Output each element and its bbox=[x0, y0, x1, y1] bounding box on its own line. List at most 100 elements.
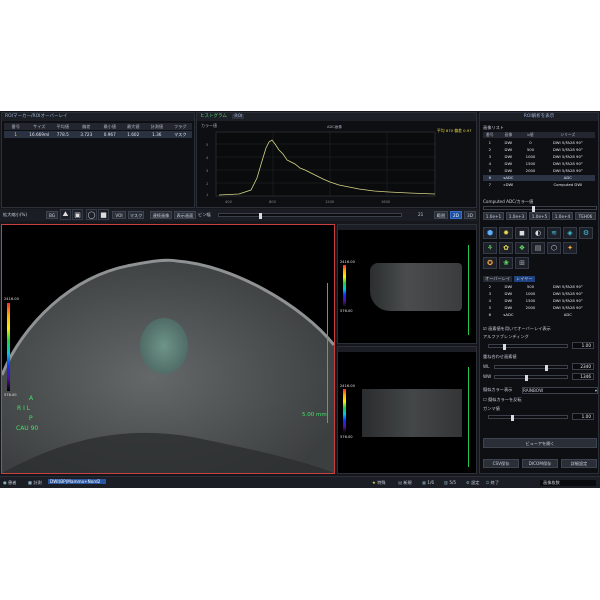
slider-thumb[interactable] bbox=[503, 344, 506, 350]
exit-button[interactable]: ⏻ 終了 bbox=[486, 480, 499, 486]
column-header[interactable]: 計測値 bbox=[145, 123, 169, 130]
tool-icon[interactable]: ⬡ bbox=[547, 242, 561, 254]
table-row[interactable]: 7 cDWI Computed DWI bbox=[483, 182, 595, 188]
range-button[interactable]: 範囲 bbox=[434, 211, 448, 219]
table-row[interactable]: 6 sADC ADC bbox=[483, 312, 595, 318]
measure-button[interactable]: ■ 計測 bbox=[28, 480, 42, 486]
table-row[interactable]: 3 DWI 1000 DWI 5/FA28 90° bbox=[483, 291, 595, 297]
main-image-viewport[interactable]: 2416.00 576.00 A R I L P CAU 90 5.00 mm bbox=[1, 224, 335, 474]
tool-icon[interactable]: ✦ bbox=[563, 242, 577, 254]
display-button[interactable]: 表示画面 bbox=[174, 211, 196, 219]
color-select[interactable]: RAINBOW ▾ bbox=[522, 387, 598, 394]
invert-checkbox[interactable]: ☐ 擬似カラーを反転 bbox=[483, 397, 522, 403]
column-header[interactable]: フラグ bbox=[169, 123, 193, 130]
table-row[interactable]: 5 DWI 2000 DWI 5/FA28 90° bbox=[483, 305, 595, 311]
tool-icon[interactable]: ◈ bbox=[563, 227, 577, 239]
2d-button[interactable]: 2D bbox=[450, 211, 462, 219]
b-value-button[interactable]: 1.0e+5 bbox=[529, 212, 550, 220]
table-row[interactable]: 2 DWI 500 DWI 5/FA28 90° bbox=[483, 284, 595, 290]
histogram-plot[interactable]: 5 4 3 2 1 400 800 1200 1600 bbox=[199, 126, 475, 206]
table-row[interactable]: 1 16.669ml 778.5 3.723 0.967 1.602 1.36 … bbox=[4, 131, 192, 138]
column-header[interactable]: 画像 bbox=[497, 132, 521, 138]
colorbar-max: 2416.00 bbox=[4, 297, 19, 301]
csv-save-button[interactable]: CSV保存 bbox=[483, 459, 519, 468]
column-header[interactable]: 偏差 bbox=[75, 123, 99, 130]
column-header[interactable]: 番号 bbox=[4, 123, 28, 130]
tool-icon[interactable]: ▤ bbox=[531, 242, 545, 254]
slider-thumb[interactable] bbox=[511, 415, 514, 421]
bg-button[interactable]: BG bbox=[46, 211, 58, 219]
voi-button[interactable]: VOI bbox=[112, 211, 126, 219]
slider-thumb[interactable] bbox=[259, 213, 262, 219]
new-button[interactable]: ▤ 新規 bbox=[398, 480, 412, 486]
column-header[interactable]: b値 bbox=[520, 132, 540, 138]
table-row[interactable]: 4 DWI 1500 DWI 5/FA28 90° bbox=[483, 161, 595, 167]
table-row[interactable]: 6 sADC ADC bbox=[483, 175, 595, 181]
column-header[interactable]: 最大値 bbox=[122, 123, 146, 130]
tool-icon[interactable]: ⬢ bbox=[483, 227, 497, 239]
continuous-button[interactable]: 連続画像 bbox=[150, 211, 172, 219]
b-value-button[interactable]: TEH06 bbox=[575, 212, 596, 220]
tool-icon[interactable]: ✪ bbox=[483, 257, 497, 269]
3d-button[interactable]: 3D bbox=[464, 211, 476, 219]
tool-icon[interactable]: ⚙ bbox=[579, 227, 593, 239]
table-row[interactable]: 3 DWI 1000 DWI 5/FA28 90° bbox=[483, 154, 595, 160]
secondary-viewport-bottom[interactable]: 2416.00 576.00 bbox=[337, 346, 477, 474]
settings-button[interactable]: ⚙ 設定 bbox=[466, 480, 480, 486]
overlay-tab[interactable]: オーバーレイ bbox=[483, 276, 513, 282]
roi-panel-title: ROIマーカー/ROIオーバーレイ bbox=[2, 113, 194, 121]
tool-icon[interactable]: ⊞ bbox=[515, 257, 529, 269]
exit-label: 終了 bbox=[490, 480, 500, 485]
layer-tab[interactable]: レイヤー bbox=[514, 276, 535, 282]
tool-icon[interactable]: ❀ bbox=[499, 257, 513, 269]
column-header[interactable]: サイズ bbox=[28, 123, 52, 130]
histogram-panel: ヒストグラム ROI カラー値 ADC画像 平均 870 偏差 0.97 5 4… bbox=[196, 112, 477, 208]
app-window: ROIマーカー/ROIオーバーレイ 番号 サイズ 平均値 偏差 最小値 最大値 … bbox=[0, 111, 600, 488]
tool-icon[interactable]: ⚘ bbox=[483, 242, 497, 254]
alpha-slider[interactable] bbox=[488, 344, 568, 350]
tool-icon[interactable]: ✹ bbox=[499, 227, 513, 239]
tool-icon[interactable]: ▣ bbox=[72, 209, 83, 220]
b-value-button[interactable]: 1.0e+1 bbox=[483, 212, 504, 220]
tool-icon[interactable]: ≋ bbox=[547, 227, 561, 239]
open-viewer-button[interactable]: ビューアを開く bbox=[483, 438, 597, 448]
table-row[interactable]: 5 DWI 2000 DWI 5/FA28 90° bbox=[483, 168, 595, 174]
tool-icon[interactable]: ❖ bbox=[515, 242, 529, 254]
tool-icon[interactable]: ⛰ bbox=[60, 209, 71, 220]
detail-settings-button[interactable]: 詳細設定 bbox=[561, 459, 597, 468]
patient-button[interactable]: ● 患者 bbox=[3, 480, 16, 486]
alpha-value[interactable]: 1.00 bbox=[572, 342, 594, 349]
slider-thumb[interactable] bbox=[545, 365, 548, 371]
ww-value[interactable]: 1346 bbox=[572, 373, 594, 380]
filename-tab[interactable]: DWI(BP)Mammo+Nord2 bbox=[48, 479, 106, 484]
ww-slider[interactable] bbox=[494, 375, 568, 381]
mask-button[interactable]: マスク bbox=[128, 211, 144, 219]
table-row[interactable]: 2 DWI 500 DWI 5/FA28 90° bbox=[483, 147, 595, 153]
special-button[interactable]: ★ 特殊 bbox=[372, 480, 386, 486]
b-value-button[interactable]: 1.0e+4 bbox=[552, 212, 573, 220]
tool-icon[interactable]: ■ bbox=[98, 209, 109, 220]
table-row[interactable]: 4 DWI 1500 DWI 5/FA28 90° bbox=[483, 298, 595, 304]
computed-slider[interactable] bbox=[483, 206, 597, 212]
table-cell: 1.36 bbox=[152, 132, 162, 137]
wl-slider[interactable] bbox=[494, 365, 568, 371]
slider-thumb[interactable] bbox=[525, 375, 528, 381]
column-header[interactable]: 最小値 bbox=[98, 123, 122, 130]
tool-icon[interactable]: ◼ bbox=[515, 227, 529, 239]
secondary-viewport-top[interactable]: 2416.00 576.00 bbox=[337, 224, 477, 344]
table-row[interactable]: 1 DWI 0 DWI 5/FA28 90° bbox=[483, 140, 595, 146]
tool-icon[interactable]: ✿ bbox=[499, 242, 513, 254]
dicom-save-button[interactable]: DICOM保存 bbox=[522, 459, 558, 468]
histogram-tab[interactable]: ROI bbox=[232, 114, 245, 119]
column-header[interactable]: 番号 bbox=[483, 132, 497, 138]
column-header[interactable]: 平均値 bbox=[51, 123, 75, 130]
tool-icon[interactable]: ◯ bbox=[86, 209, 97, 220]
gamma-value[interactable]: 1.00 bbox=[572, 413, 594, 420]
gamma-slider[interactable] bbox=[488, 415, 568, 421]
binwidth-slider[interactable] bbox=[218, 213, 402, 219]
column-header[interactable]: シリーズ bbox=[541, 132, 595, 138]
overlay-checkbox[interactable]: ☑ 画素値を用いてオーバーレイ表示 bbox=[483, 326, 551, 332]
tool-icon[interactable]: ◐ bbox=[531, 227, 545, 239]
b-value-button[interactable]: 1.0e+3 bbox=[506, 212, 527, 220]
wl-value[interactable]: 2340 bbox=[572, 363, 594, 370]
